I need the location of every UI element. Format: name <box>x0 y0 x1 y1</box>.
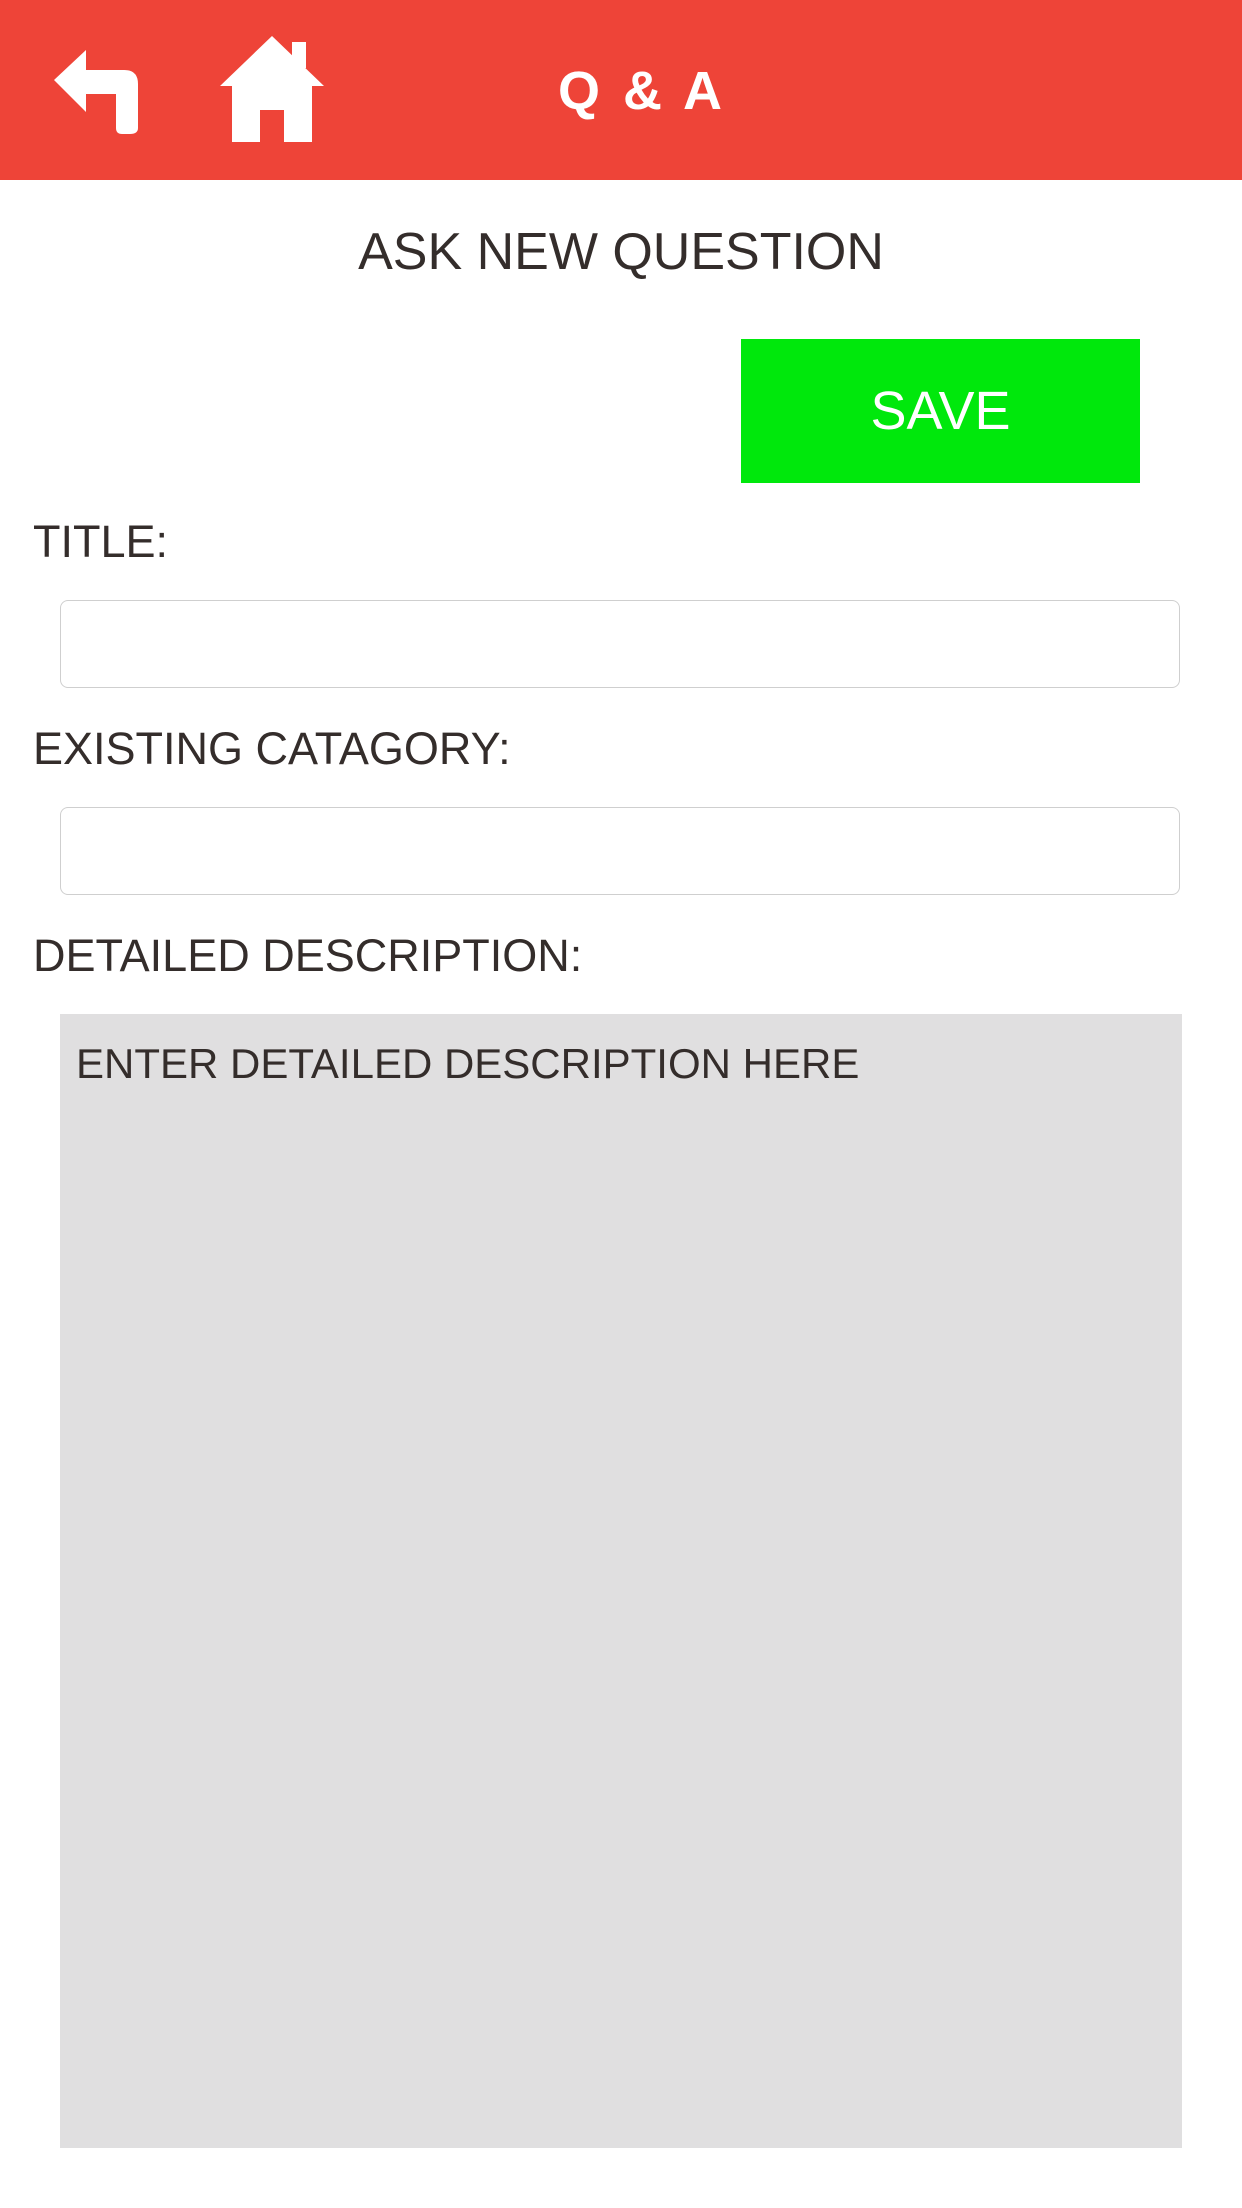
page-title: ASK NEW QUESTION <box>358 223 884 281</box>
save-button[interactable]: SAVE <box>741 339 1140 483</box>
category-label: EXISTING CATAGORY: <box>33 723 511 774</box>
category-input[interactable] <box>60 807 1180 895</box>
description-placeholder: ENTER DETAILED DESCRIPTION HERE <box>76 1040 860 1087</box>
back-button[interactable] <box>54 50 140 136</box>
top-bar: Q & A <box>0 0 1242 180</box>
title-input[interactable] <box>60 600 1180 688</box>
home-button[interactable] <box>216 34 328 146</box>
header-title: Q & A <box>558 61 726 121</box>
description-label: DETAILED DESCRIPTION: <box>33 930 583 981</box>
description-textarea[interactable]: ENTER DETAILED DESCRIPTION HERE <box>60 1014 1182 2148</box>
title-label: TITLE: <box>33 516 169 567</box>
home-icon <box>220 36 324 142</box>
back-arrow-icon <box>54 50 138 134</box>
